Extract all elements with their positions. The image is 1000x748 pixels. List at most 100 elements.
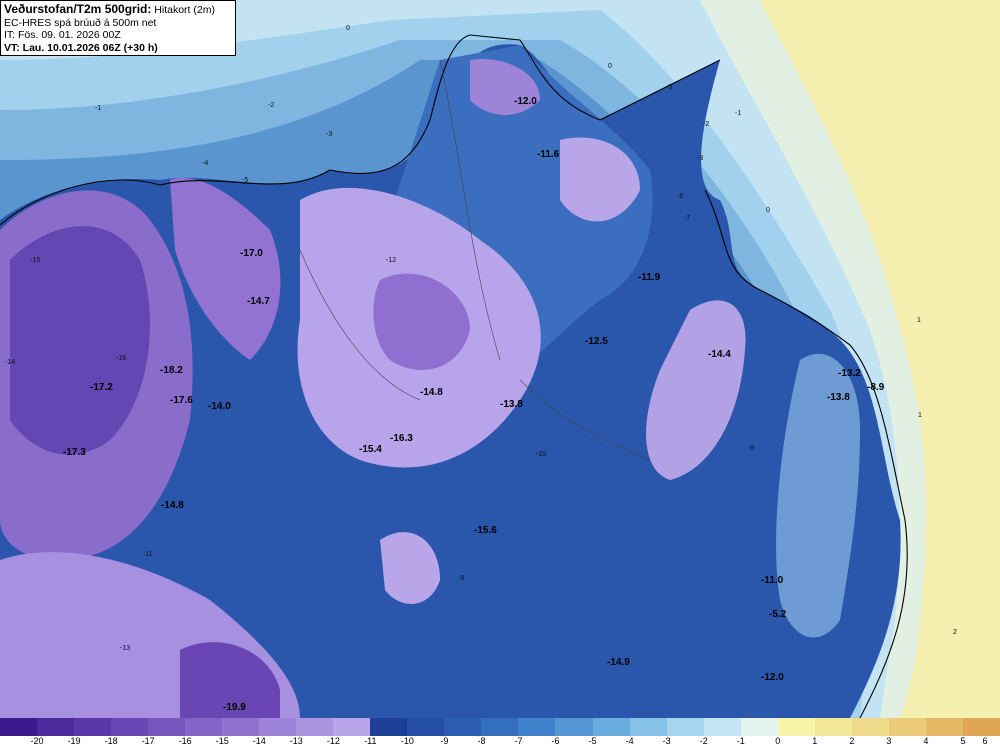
contour-label: -12 <box>386 257 396 264</box>
legend-swatch <box>925 718 963 736</box>
temp-label: -13.8 <box>500 399 523 410</box>
legend-swatch <box>259 718 297 736</box>
legend-swatch <box>629 718 667 736</box>
legend-label: -8 <box>477 736 486 746</box>
legend-swatch <box>888 718 926 736</box>
contour-label: 1 <box>917 317 921 324</box>
temp-label: -16.3 <box>390 433 413 444</box>
legend-swatch <box>0 718 38 736</box>
temp-label: -17.6 <box>170 395 193 406</box>
legend-swatch <box>185 718 223 736</box>
temp-label: -15.4 <box>359 444 382 455</box>
contour-label: -4 <box>202 160 208 167</box>
contour-label: -14 <box>5 359 15 366</box>
contour-label: -7 <box>684 215 690 222</box>
legend-label: -7 <box>514 736 523 746</box>
legend-swatch <box>407 718 445 736</box>
temp-label: -8.9 <box>867 382 885 393</box>
temp-label: -11.0 <box>761 575 784 586</box>
legend-label: -9 <box>440 736 449 746</box>
contour-label: -5 <box>242 177 248 184</box>
contour-label: -2 <box>703 121 709 128</box>
legend-swatch <box>111 718 149 736</box>
contour-label: -16 <box>116 355 126 362</box>
temperature-map[interactable]: 0 -1 -2 -3 -4 -5 0 0 1 1 2 -1 -2 -3 -5 -… <box>0 0 1000 718</box>
temp-label: -14.8 <box>420 387 443 398</box>
legend-label: -15 <box>215 736 229 746</box>
legend-swatch <box>37 718 75 736</box>
temp-label: -14.7 <box>247 296 270 307</box>
legend-label: 3 <box>886 736 892 746</box>
legend-label: 0 <box>775 736 781 746</box>
color-legend-swatches <box>0 718 1000 736</box>
temp-label: -17.0 <box>240 248 263 259</box>
legend-label: -10 <box>400 736 414 746</box>
legend-swatch <box>740 718 778 736</box>
legend-swatch <box>703 718 741 736</box>
contour-label: 0 <box>766 207 770 214</box>
contour-label: -2 <box>268 102 274 109</box>
legend-label: 1 <box>812 736 818 746</box>
temp-label: -14.9 <box>607 657 630 668</box>
legend-swatch <box>444 718 482 736</box>
temp-label: -12.0 <box>514 96 537 107</box>
legend-swatch <box>148 718 186 736</box>
contour-label: -10 <box>536 451 546 458</box>
temp-label: -19.9 <box>223 702 246 713</box>
legend-label: 6 <box>982 736 988 746</box>
temp-label: -15.6 <box>474 525 497 536</box>
map-info-box: Veðurstofan/T2m 500grid: Hitakort (2m) E… <box>0 0 236 56</box>
issue-time: IT: Fös. 09. 01. 2026 00Z <box>4 29 121 41</box>
legend-label: -17 <box>141 736 155 746</box>
temp-label: -18.2 <box>160 365 183 376</box>
temp-label: -5.2 <box>769 609 787 620</box>
legend-label: -20 <box>30 736 44 746</box>
legend-label: -6 <box>551 736 560 746</box>
legend-label: -14 <box>252 736 266 746</box>
legend-label: -3 <box>662 736 671 746</box>
color-legend: -20 -19 -18 -17 -16 -15 -14 -13 -12 -11 -10 -9 -8 -7-… <box>0 718 1000 748</box>
legend-swatch <box>666 718 704 736</box>
contour-label: 2 <box>953 629 957 636</box>
legend-label: -2 <box>699 736 708 746</box>
temp-label: -14.4 <box>708 349 731 360</box>
contour-label: 0 <box>346 25 350 32</box>
temp-label: -14.0 <box>208 401 231 412</box>
map-title: Veðurstofan/T2m 500grid: Hitakort (2m) <box>4 2 215 16</box>
legend-label: -13 <box>289 736 303 746</box>
temp-label: -17.2 <box>90 382 113 393</box>
contour-label: -9 <box>458 575 464 582</box>
valid-time: VT: Lau. 10.01.2026 06Z (+30 h) <box>4 41 158 54</box>
legend-swatch <box>777 718 815 736</box>
legend-swatch <box>370 718 408 736</box>
legend-label: -4 <box>625 736 634 746</box>
contour-label: -5 <box>666 84 672 91</box>
contour-label: -13 <box>120 645 130 652</box>
temp-label: -11.9 <box>638 272 661 283</box>
temp-label: -13.8 <box>827 392 850 403</box>
contour-label: -1 <box>735 110 741 117</box>
legend-swatch <box>962 718 1000 736</box>
legend-swatch <box>481 718 519 736</box>
contour-label: -15 <box>30 257 40 264</box>
contour-label: -6 <box>677 193 683 200</box>
legend-label: -16 <box>178 736 192 746</box>
contour-label: 1 <box>918 412 922 419</box>
color-legend-labels: -20 -19 -18 -17 -16 -15 -14 -13 -12 -11 -10 -9 -8 -7-… <box>0 736 1000 748</box>
legend-label: -5 <box>588 736 597 746</box>
contour-label: -1 <box>95 105 101 112</box>
legend-swatch <box>74 718 112 736</box>
legend-label: -18 <box>104 736 118 746</box>
map-canvas: 0 -1 -2 -3 -4 -5 0 0 1 1 2 -1 -2 -3 -5 -… <box>0 0 1000 718</box>
temp-label: -13.2 <box>838 368 861 379</box>
legend-label: -12 <box>326 736 340 746</box>
legend-swatch <box>518 718 556 736</box>
temp-label: -14.8 <box>161 500 184 511</box>
contour-label: -8 <box>748 445 754 452</box>
legend-swatch <box>851 718 889 736</box>
legend-label: 2 <box>849 736 855 746</box>
temp-label: -12.5 <box>585 336 608 347</box>
temp-label: -12.0 <box>761 672 784 683</box>
legend-swatch <box>555 718 593 736</box>
legend-swatch <box>296 718 334 736</box>
